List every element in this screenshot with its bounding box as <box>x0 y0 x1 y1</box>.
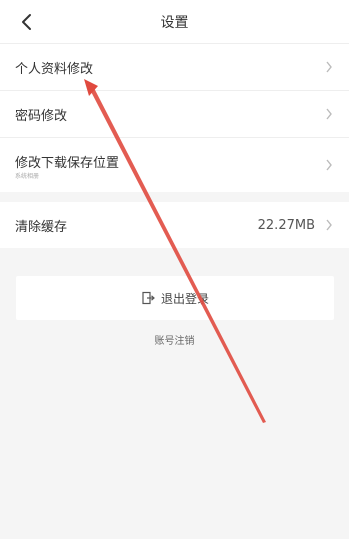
row-sublabel: 系统相册 <box>15 173 40 180</box>
row-label: 密码修改 <box>15 108 68 124</box>
row-edit-profile[interactable]: 个人资料修改 <box>0 44 349 90</box>
chevron-left-icon <box>22 14 31 30</box>
chevron-right-icon <box>326 108 332 120</box>
logout-icon <box>142 291 155 305</box>
chevron-right-icon <box>326 219 332 231</box>
row-change-password[interactable]: 密码修改 <box>0 91 349 137</box>
row-download-location[interactable]: 修改下载保存位置 系统相册 <box>0 138 349 192</box>
cache-group: 清除缓存 22.27MB <box>0 202 349 248</box>
row-label: 修改下载保存位置 <box>15 156 120 171</box>
chevron-right-icon <box>326 159 332 171</box>
settings-screen: 设置 个人资料修改 密码修改 修改下载保存位置 系统相册 清除缓存 22.27M… <box>0 0 349 539</box>
cache-size-value: 22.27MB <box>257 217 315 233</box>
row-label: 清除缓存 <box>15 219 68 235</box>
logout-label: 退出登录 <box>160 291 209 306</box>
logout-button[interactable]: 退出登录 <box>16 276 334 320</box>
header-bar: 设置 <box>0 0 349 44</box>
row-clear-cache[interactable]: 清除缓存 22.27MB <box>0 202 349 248</box>
account-cancel-link[interactable]: 账号注销 <box>0 332 349 347</box>
chevron-right-icon <box>326 61 332 73</box>
back-button[interactable] <box>14 10 38 34</box>
row-label: 个人资料修改 <box>15 61 94 77</box>
page-title: 设置 <box>160 14 189 31</box>
profile-settings-group: 个人资料修改 密码修改 修改下载保存位置 系统相册 <box>0 44 349 192</box>
